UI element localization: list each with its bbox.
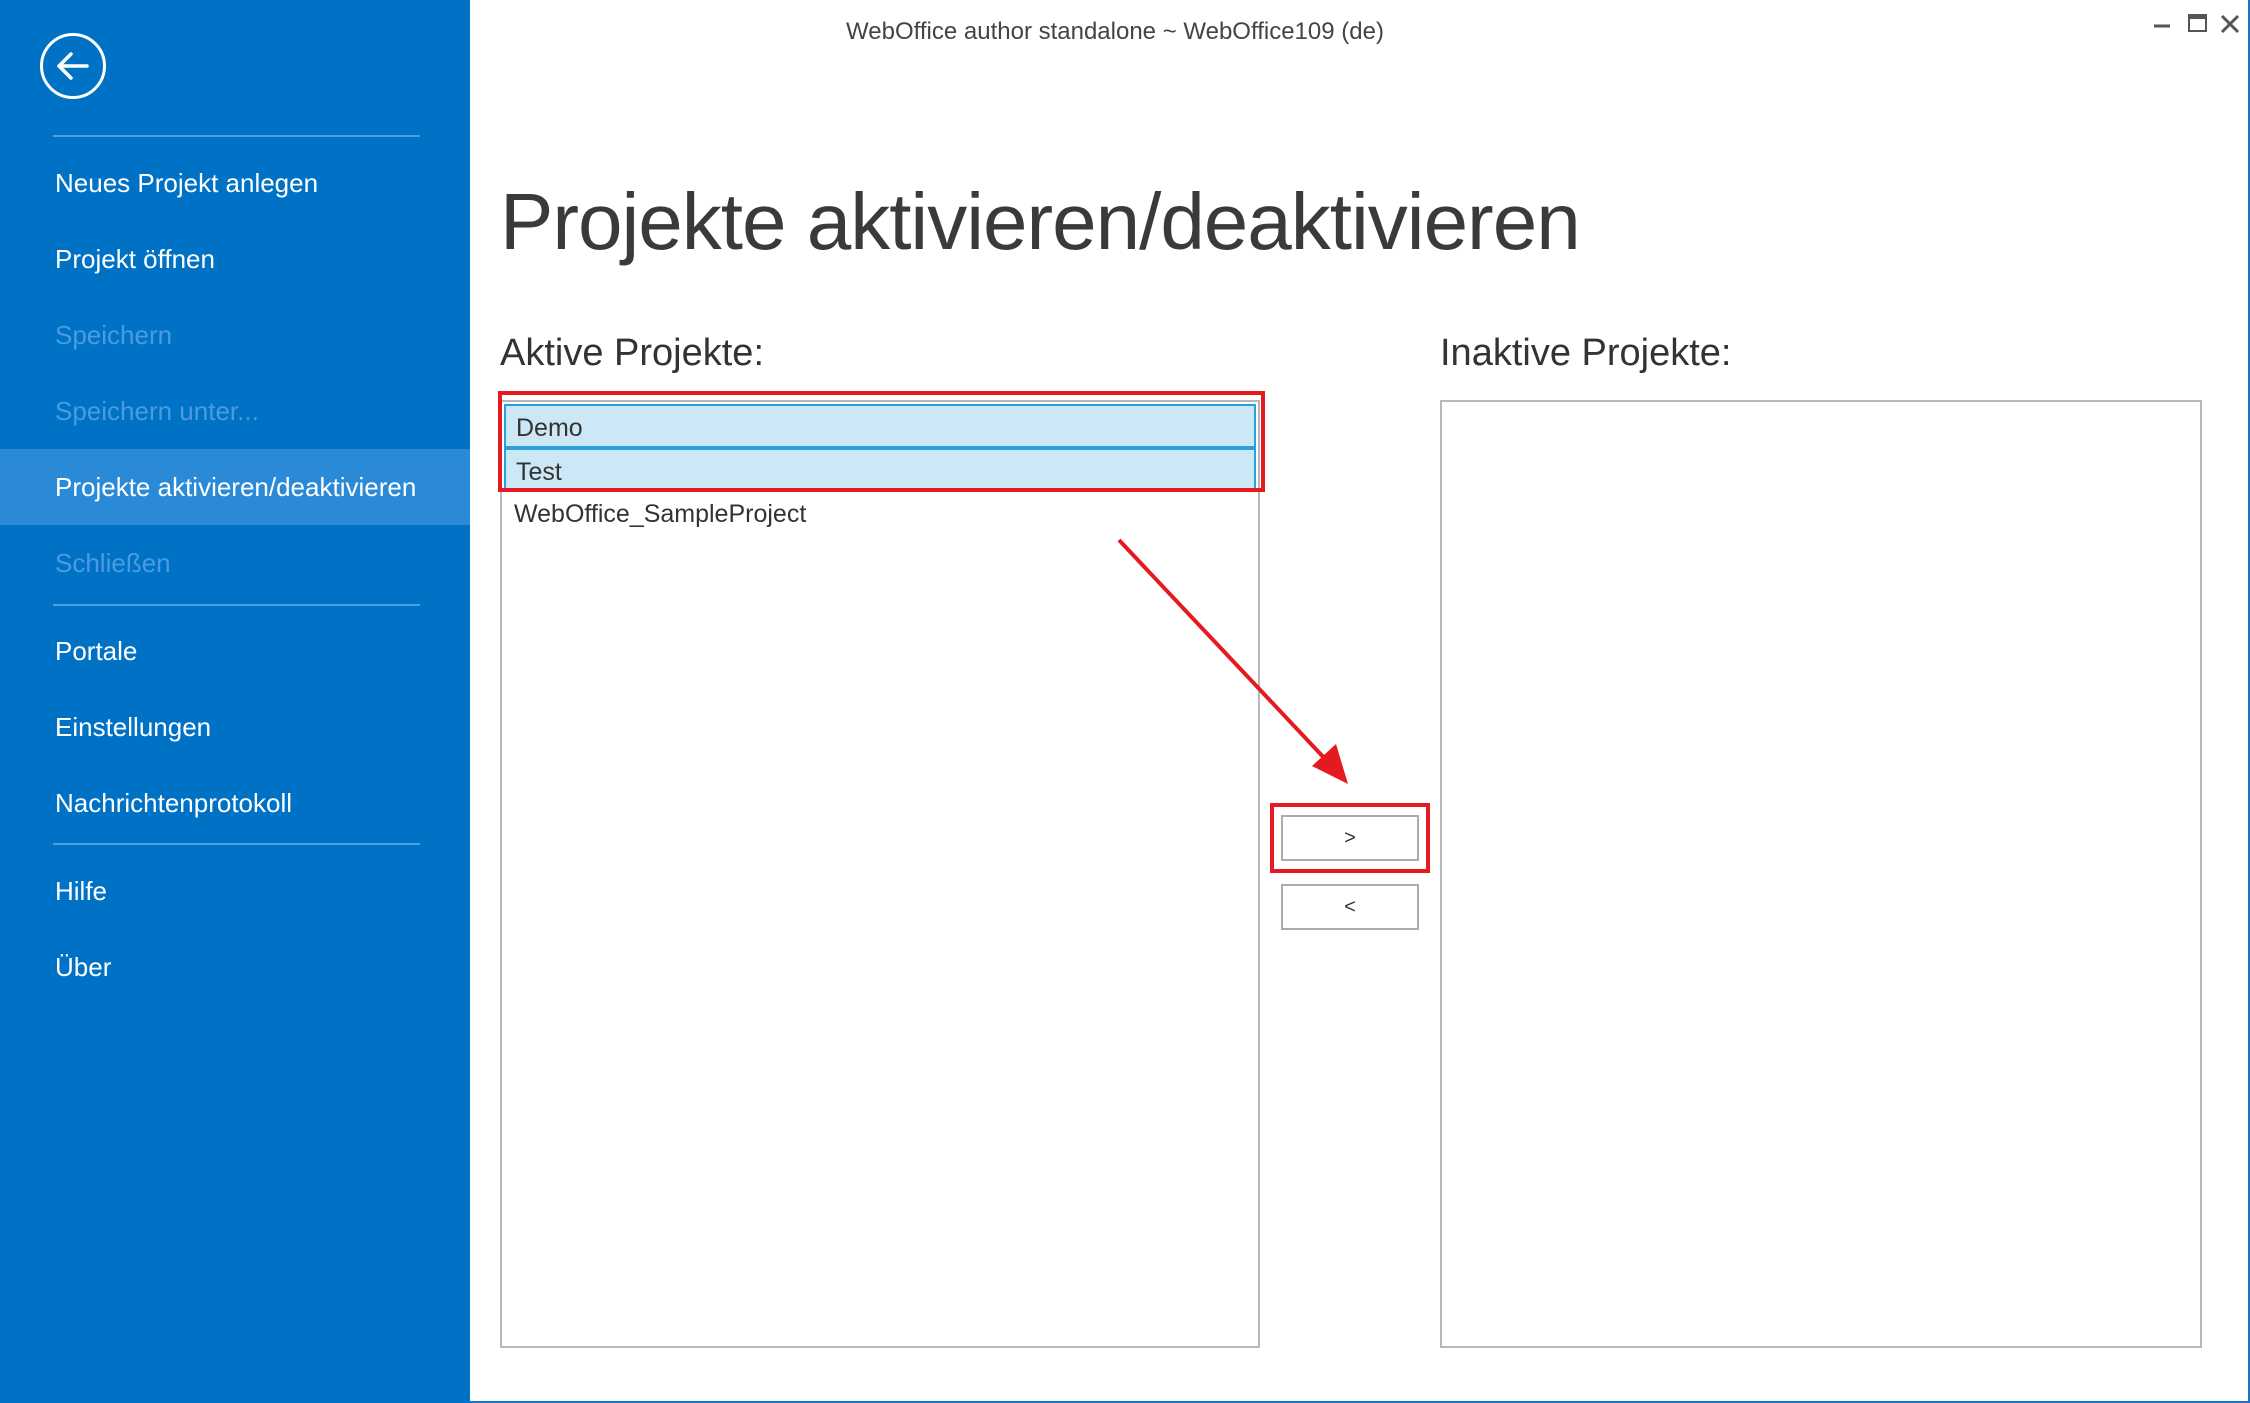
sidebar-item-message-log[interactable]: Nachrichtenprotokoll xyxy=(0,765,470,841)
list-item[interactable]: Test xyxy=(504,448,1256,492)
list-item[interactable]: Demo xyxy=(504,404,1256,448)
sidebar-item-new-project[interactable]: Neues Projekt anlegen xyxy=(0,145,470,221)
sidebar-item-portals[interactable]: Portale xyxy=(0,613,470,689)
back-button[interactable] xyxy=(40,33,106,99)
page-title: Projekte aktivieren/deaktivieren xyxy=(500,177,1581,266)
move-left-button[interactable]: < xyxy=(1281,884,1419,930)
sidebar-item-close: Schließen xyxy=(55,548,171,578)
app-window: Neues Projekt anlegen Projekt öffnen Spe… xyxy=(0,0,2250,1403)
sidebar: Neues Projekt anlegen Projekt öffnen Spe… xyxy=(0,0,470,1403)
maximize-icon xyxy=(2188,14,2207,32)
sidebar-item-open-project[interactable]: Projekt öffnen xyxy=(0,221,470,297)
close-icon xyxy=(2220,14,2240,34)
sidebar-item-save: Speichern xyxy=(55,320,173,350)
window-title: WebOffice author standalone ~ WebOffice1… xyxy=(846,18,1384,45)
close-button[interactable] xyxy=(2215,10,2245,40)
minimize-icon xyxy=(2154,24,2170,28)
sidebar-item-about[interactable]: Über xyxy=(0,929,470,1005)
active-projects-label: Aktive Projekte: xyxy=(500,332,764,374)
sidebar-separator xyxy=(53,843,420,845)
inactive-projects-list[interactable] xyxy=(1440,400,2202,1348)
move-right-button[interactable]: > xyxy=(1281,815,1419,861)
sidebar-separator xyxy=(53,604,420,606)
maximize-button[interactable] xyxy=(2183,10,2213,40)
list-item[interactable]: WebOffice_SampleProject xyxy=(504,492,1256,536)
sidebar-item-save-as: Speichern unter... xyxy=(55,396,259,426)
active-projects-list[interactable]: Demo Test WebOffice_SampleProject xyxy=(500,400,1260,1348)
minimize-button[interactable] xyxy=(2148,10,2178,40)
sidebar-item-settings[interactable]: Einstellungen xyxy=(0,689,470,765)
sidebar-item-activate-projects[interactable]: Projekte aktivieren/deaktivieren xyxy=(0,449,470,525)
inactive-projects-label: Inaktive Projekte: xyxy=(1440,332,1732,374)
sidebar-separator xyxy=(53,135,420,137)
back-arrow-icon xyxy=(57,52,89,80)
sidebar-item-help[interactable]: Hilfe xyxy=(0,853,470,929)
